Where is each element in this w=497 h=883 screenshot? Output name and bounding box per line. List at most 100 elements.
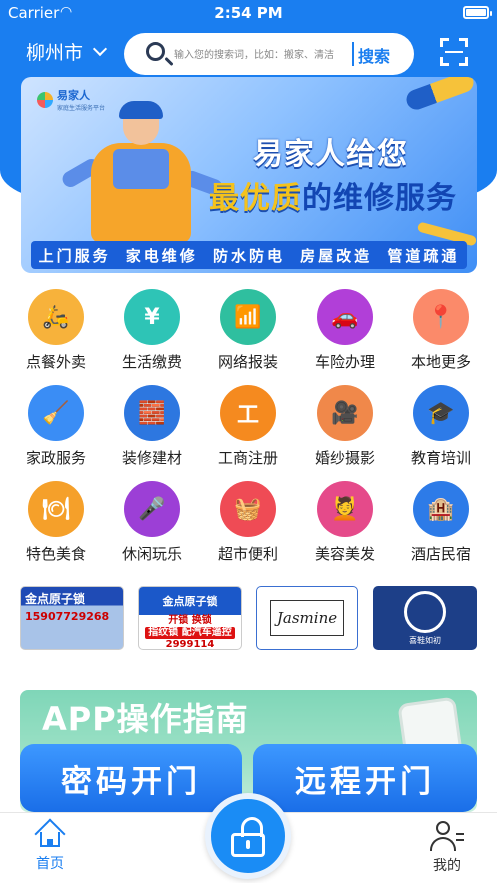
unlock-button[interactable] — [205, 793, 291, 879]
chevron-down-icon — [92, 41, 108, 56]
search-button[interactable]: 搜索 — [358, 43, 390, 67]
search-bar[interactable]: 输入您的搜索词，比如：搬家、清洁 搜索 — [124, 33, 414, 75]
banner-highlight: 最优质 — [209, 181, 302, 216]
category-icon-wrap: 🚗 — [315, 287, 375, 347]
shoe-logo-icon — [404, 590, 446, 633]
category-icon-wrap: 🏨 — [411, 479, 471, 539]
ad1-phone: 15907729268 — [25, 610, 110, 623]
search-input[interactable]: 输入您的搜索词，比如：搬家、清洁 — [174, 46, 344, 61]
ad2-phone1: 2999114 — [165, 639, 215, 650]
category-label: 本地更多 — [410, 353, 471, 371]
category-label: 美容美发 — [314, 545, 375, 563]
tab-mine-label: 我的 — [433, 858, 461, 874]
ad2-title: 金点原子锁 — [139, 587, 241, 615]
banner-headline-2: 最优质的维修服务 — [209, 173, 457, 217]
category-icon-wrap: 🎓 — [411, 383, 471, 443]
tab-home[interactable]: 首页 — [20, 818, 80, 873]
scan-icon[interactable] — [440, 38, 468, 66]
payment-icon: ¥ — [144, 304, 160, 330]
password-unlock-button[interactable]: 密码开门 — [20, 744, 242, 812]
category-label: 特色美食 — [25, 545, 86, 563]
category-icon-wrap: 🛵 — [26, 287, 86, 347]
ad-shoe-care[interactable]: 喜鞋如初 — [373, 586, 477, 650]
category-label: 休闲玩乐 — [121, 545, 182, 563]
profile-icon — [430, 821, 464, 851]
banner-service: 家电维修 — [125, 246, 198, 265]
ad2-line2: 指纹锁 配汽车遥控 — [145, 627, 235, 639]
category-item[interactable]: 🧺 超市便利 — [200, 479, 296, 569]
mop-icon: 🧹 — [42, 400, 70, 426]
category-icon-wrap: 📍 — [411, 287, 471, 347]
search-divider — [352, 42, 354, 66]
car-shield-icon: 🚗 — [331, 304, 359, 330]
category-icon-wrap: ¥ — [122, 287, 182, 347]
category-item[interactable]: 📶 网络报装 — [200, 287, 296, 377]
status-time: 2:54 PM — [214, 4, 283, 22]
ad4-text: 喜鞋如初 — [409, 635, 441, 645]
category-item[interactable]: 🎓 教育培训 — [393, 383, 489, 473]
category-label: 网络报装 — [217, 353, 278, 371]
camera-icon: 🎥 — [331, 400, 359, 426]
city-selector[interactable]: 柳州市 — [26, 38, 108, 65]
category-item[interactable]: 🎤 休闲玩乐 — [104, 479, 200, 569]
remote-unlock-button[interactable]: 远程开门 — [253, 744, 477, 812]
worker-illustration — [59, 101, 225, 245]
brand-logo-icon — [37, 91, 53, 108]
category-icon-wrap: 🧱 — [122, 383, 182, 443]
beauty-icon: 💆 — [331, 496, 359, 522]
category-label: 生活缴费 — [121, 353, 182, 371]
city-label: 柳州市 — [26, 42, 84, 64]
category-icon-wrap: 工 — [218, 383, 278, 443]
router-icon: 📶 — [234, 304, 262, 330]
category-icon-wrap: 🍽 — [26, 479, 86, 539]
category-item[interactable]: 工工商注册 — [200, 383, 296, 473]
hotel-icon: 🏨 — [427, 496, 455, 522]
category-item[interactable]: 🎥 婚纱摄影 — [297, 383, 393, 473]
ad-jasmine[interactable]: Jasmine — [256, 586, 358, 650]
category-item[interactable]: ¥ 生活缴费 — [104, 287, 200, 377]
pliers-illustration — [403, 77, 477, 113]
ad-lock-service[interactable]: 金点原子锁 开锁 换锁 指纹锁 配汽车遥控 2999114 1888841998… — [138, 586, 242, 650]
promo-banner[interactable]: 易家人 家庭生活服务平台 易家人给您 最优质的维修服务 上门服务 家电维修 防水… — [21, 77, 477, 273]
category-label: 教育培训 — [410, 449, 471, 467]
category-label: 酒店民宿 — [410, 545, 471, 563]
category-label: 点餐外卖 — [25, 353, 86, 371]
category-item[interactable]: 📍 本地更多 — [393, 287, 489, 377]
category-item[interactable]: 🧱 装修建材 — [104, 383, 200, 473]
tab-home-label: 首页 — [36, 856, 64, 872]
banner-service: 上门服务 — [38, 246, 111, 265]
category-item[interactable]: 🍽 特色美食 — [8, 479, 104, 569]
category-label: 婚纱摄影 — [314, 449, 375, 467]
category-item[interactable]: 🏨 酒店民宿 — [393, 479, 489, 569]
category-label: 装修建材 — [121, 449, 182, 467]
brand-name: 易家人 — [57, 89, 90, 102]
tab-mine[interactable]: 我的 — [417, 821, 477, 875]
category-icon-wrap: 🧺 — [218, 479, 278, 539]
category-item[interactable]: 🚗 车险办理 — [297, 287, 393, 377]
ad-lock-store-photo[interactable]: 金点原子锁 15907729268 — [20, 586, 124, 650]
food-cloche-icon: 🍽 — [42, 496, 70, 522]
ad1-title: 金点原子锁 — [25, 592, 86, 606]
banner-service: 管道疏通 — [387, 246, 460, 265]
banner-service: 房屋改造 — [300, 246, 373, 265]
bricks-icon: 🧱 — [138, 400, 166, 426]
basket-icon: 🧺 — [234, 496, 262, 522]
location-icon: 📍 — [427, 304, 455, 330]
home-icon — [34, 818, 66, 850]
category-item[interactable]: 🛵 点餐外卖 — [8, 287, 104, 377]
category-label: 家政服务 — [25, 449, 86, 467]
category-icon-wrap: 📶 — [218, 287, 278, 347]
banner-headline-rest: 的维修服务 — [302, 181, 457, 216]
category-icon-wrap: 🎤 — [122, 479, 182, 539]
category-item[interactable]: 🧹 家政服务 — [8, 383, 104, 473]
guide-title: APP操作指南 — [42, 700, 249, 738]
leisure-icon: 🎤 — [138, 496, 166, 522]
ad3-text: Jasmine — [269, 600, 345, 636]
category-item[interactable]: 💆 美容美发 — [297, 479, 393, 569]
category-icon-wrap: 🎥 — [315, 383, 375, 443]
graduation-cap-icon: 🎓 — [427, 400, 455, 426]
category-icon-wrap: 💆 — [315, 479, 375, 539]
battery-icon — [463, 6, 492, 19]
category-label: 工商注册 — [217, 449, 278, 467]
category-label: 车险办理 — [314, 353, 375, 371]
